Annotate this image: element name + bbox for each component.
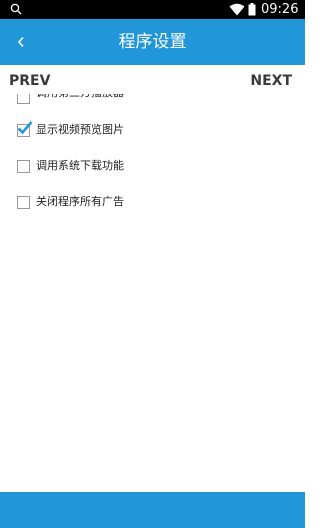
checkbox[interactable] bbox=[17, 160, 30, 173]
setting-label: 调用系统下载功能 bbox=[36, 159, 124, 172]
checkbox[interactable] bbox=[17, 196, 30, 209]
checkmark-icon bbox=[17, 121, 33, 135]
search-icon bbox=[10, 3, 22, 15]
battery-icon bbox=[248, 3, 256, 16]
prev-button[interactable]: PREV bbox=[9, 73, 50, 89]
app-bar: 程序设置 bbox=[0, 19, 305, 65]
bottom-bar bbox=[0, 492, 305, 528]
next-button[interactable]: NEXT bbox=[250, 73, 292, 89]
status-bar: 09:26 bbox=[0, 0, 305, 19]
status-time: 09:26 bbox=[261, 2, 299, 17]
setting-label: 关闭程序所有广告 bbox=[36, 195, 124, 208]
setting-label: 显示视频预览图片 bbox=[36, 123, 124, 136]
wifi-icon bbox=[229, 3, 245, 16]
page-title: 程序设置 bbox=[118, 32, 187, 52]
